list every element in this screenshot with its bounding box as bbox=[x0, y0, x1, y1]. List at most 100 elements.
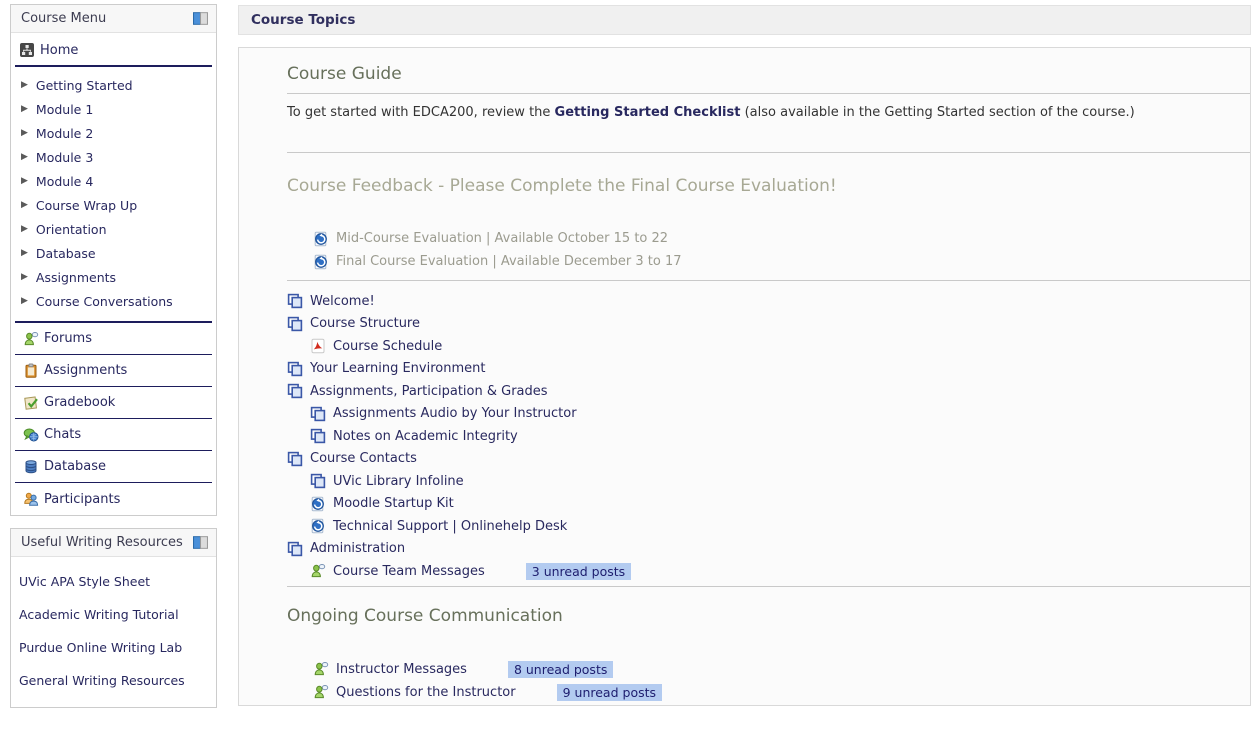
assignment-icon bbox=[23, 363, 39, 379]
chevron-right-icon: ▶ bbox=[21, 153, 28, 162]
link-icon bbox=[313, 231, 329, 247]
participants-icon bbox=[23, 491, 39, 507]
menu-item-label: Course Wrap Up bbox=[36, 198, 137, 213]
intro-suffix: (also available in the Getting Started s… bbox=[740, 105, 1134, 120]
menu-item[interactable]: ▶ Course Wrap Up bbox=[11, 193, 216, 217]
chevron-right-icon: ▶ bbox=[21, 273, 28, 282]
dock-block-icon[interactable] bbox=[193, 535, 208, 550]
tool-item[interactable]: Chats bbox=[15, 419, 212, 451]
tool-item[interactable]: Assignments bbox=[15, 355, 212, 387]
tool-item[interactable]: Gradebook bbox=[15, 387, 212, 419]
topic-link-label: Your Learning Environment bbox=[310, 361, 485, 376]
writing-resources-header: Useful Writing Resources bbox=[11, 529, 216, 557]
menu-item[interactable]: ▶ Module 4 bbox=[11, 169, 216, 193]
tool-item-label: Gradebook bbox=[44, 395, 115, 410]
menu-item-label: Assignments bbox=[36, 270, 116, 285]
topic-link[interactable]: Welcome! bbox=[287, 290, 1250, 313]
menu-item-label: Course Conversations bbox=[36, 294, 173, 309]
forum-link[interactable]: Questions for the Instructor 9 unread po… bbox=[313, 681, 1250, 704]
communication-list: Instructor Messages 8 unread posts Quest… bbox=[313, 658, 1250, 704]
topic-link[interactable]: Course Team Messages 3 unread posts bbox=[287, 560, 1250, 583]
menu-item[interactable]: ▶ Module 1 bbox=[11, 97, 216, 121]
tool-item[interactable]: Forums bbox=[15, 323, 212, 355]
evaluation-link[interactable]: Final Course Evaluation | Available Dece… bbox=[313, 250, 1250, 273]
forum-link[interactable]: Instructor Messages 8 unread posts bbox=[313, 658, 1250, 681]
menu-item[interactable]: ▶ Course Conversations bbox=[11, 289, 216, 313]
topic-link[interactable]: Notes on Academic Integrity bbox=[287, 425, 1250, 448]
topic-link[interactable]: Your Learning Environment bbox=[287, 358, 1250, 381]
forum-link-label: Instructor Messages bbox=[336, 662, 467, 677]
evaluation-list: Mid-Course Evaluation | Available Octobe… bbox=[313, 227, 1250, 273]
page-icon bbox=[287, 541, 303, 557]
course-menu-title: Course Menu bbox=[21, 11, 106, 26]
home-label: Home bbox=[40, 43, 78, 58]
tool-item[interactable]: Database bbox=[15, 451, 212, 483]
link-icon bbox=[313, 254, 329, 270]
evaluation-link[interactable]: Mid-Course Evaluation | Available Octobe… bbox=[313, 227, 1250, 250]
forum-link-partial[interactable] bbox=[313, 704, 1250, 707]
course-menu-block: Course Menu Home ▶ Getting Started ▶ Mod… bbox=[10, 4, 217, 516]
topic-link[interactable]: Course Contacts bbox=[287, 448, 1250, 471]
resource-link[interactable]: Academic Writing Tutorial bbox=[11, 598, 216, 631]
course-tools: Forums Assignments bbox=[11, 323, 216, 515]
topic-link[interactable]: Course Structure bbox=[287, 313, 1250, 336]
topic-link[interactable]: UVic Library Infoline bbox=[287, 470, 1250, 493]
topic-link[interactable]: Administration bbox=[287, 538, 1250, 561]
writing-resources-title: Useful Writing Resources bbox=[21, 535, 183, 550]
topic-link-label: Technical Support | Onlinehelp Desk bbox=[333, 519, 567, 534]
menu-item[interactable]: ▶ Database bbox=[11, 241, 216, 265]
resource-link[interactable]: UVic APA Style Sheet bbox=[11, 565, 216, 598]
menu-item-label: Orientation bbox=[36, 222, 107, 237]
topic-link-label: Course Schedule bbox=[333, 339, 442, 354]
topic-link-label: Notes on Academic Integrity bbox=[333, 429, 518, 444]
sidebar-item-home[interactable]: Home bbox=[11, 33, 216, 65]
course-guide-intro: To get started with EDCA200, review the … bbox=[287, 105, 1250, 120]
menu-item-label: Module 4 bbox=[36, 174, 93, 189]
divider bbox=[287, 152, 1250, 153]
topic-link-label: Assignments, Participation & Grades bbox=[310, 384, 548, 399]
menu-item[interactable]: ▶ Orientation bbox=[11, 217, 216, 241]
page-title: Course Topics bbox=[238, 5, 1251, 35]
course-feedback-heading: Course Feedback - Please Complete the Fi… bbox=[287, 176, 1250, 196]
tool-item-label: Database bbox=[44, 459, 106, 474]
chevron-right-icon: ▶ bbox=[21, 297, 28, 306]
topic-link-label: Course Structure bbox=[310, 316, 420, 331]
page-icon bbox=[310, 428, 326, 444]
menu-item-label: Database bbox=[36, 246, 96, 261]
course-guide-heading: Course Guide bbox=[287, 64, 1250, 84]
topic-link[interactable]: Technical Support | Onlinehelp Desk bbox=[287, 515, 1250, 538]
tool-item-label: Chats bbox=[44, 427, 81, 442]
topic-link[interactable]: Assignments, Participation & Grades bbox=[287, 380, 1250, 403]
sidebar: Course Menu Home ▶ Getting Started ▶ Mod… bbox=[10, 4, 217, 720]
tool-item[interactable]: Participants bbox=[15, 483, 212, 515]
forum-icon bbox=[313, 661, 329, 677]
topic-link-label: Administration bbox=[310, 541, 405, 556]
chevron-right-icon: ▶ bbox=[21, 81, 28, 90]
menu-item[interactable]: ▶ Assignments bbox=[11, 265, 216, 289]
menu-item[interactable]: ▶ Module 2 bbox=[11, 121, 216, 145]
forum-icon bbox=[310, 563, 326, 579]
tool-item-label: Forums bbox=[44, 331, 92, 346]
chevron-right-icon: ▶ bbox=[21, 105, 28, 114]
menu-item[interactable]: ▶ Module 3 bbox=[11, 145, 216, 169]
resource-link[interactable]: General Writing Resources bbox=[11, 664, 216, 697]
page-icon bbox=[310, 473, 326, 489]
page-icon bbox=[310, 406, 326, 422]
topic-link[interactable]: Moodle Startup Kit bbox=[287, 493, 1250, 516]
tool-item-label: Participants bbox=[44, 492, 120, 507]
topic-list: Welcome! Course Structure bbox=[287, 290, 1250, 583]
dock-block-icon[interactable] bbox=[193, 11, 208, 26]
menu-item[interactable]: ▶ Getting Started bbox=[11, 73, 216, 97]
evaluation-link-label: Final Course Evaluation | Available Dece… bbox=[336, 254, 682, 269]
topic-link[interactable]: Course Schedule bbox=[287, 335, 1250, 358]
unread-posts-badge: 3 unread posts bbox=[526, 563, 631, 580]
page-icon bbox=[287, 316, 303, 332]
topic-link[interactable]: Assignments Audio by Your Instructor bbox=[287, 403, 1250, 426]
getting-started-checklist-link[interactable]: Getting Started Checklist bbox=[555, 105, 741, 120]
resource-link[interactable]: Purdue Online Writing Lab bbox=[11, 631, 216, 664]
chevron-right-icon: ▶ bbox=[21, 249, 28, 258]
course-menu-header: Course Menu bbox=[11, 5, 216, 33]
chat-icon bbox=[23, 427, 39, 443]
database-icon bbox=[23, 459, 39, 475]
forum-icon bbox=[313, 684, 329, 700]
